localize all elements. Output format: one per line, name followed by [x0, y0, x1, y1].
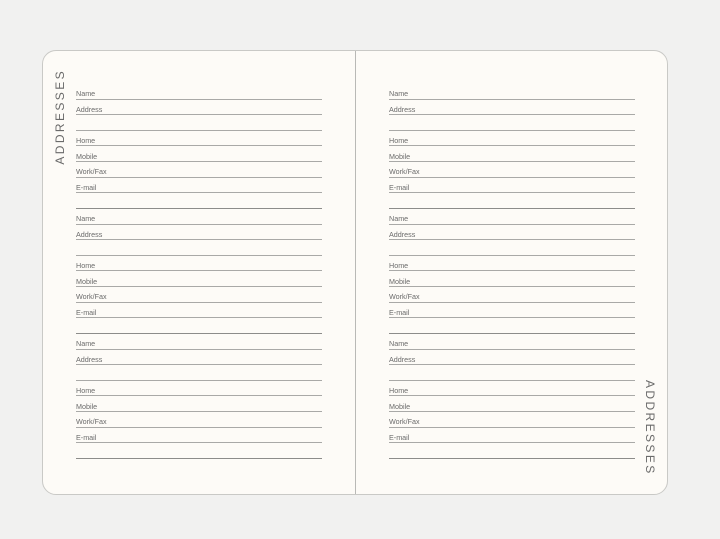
field-label: Name [76, 214, 96, 224]
field-row-blank[interactable] [76, 240, 322, 256]
field-label: Mobile [389, 401, 411, 411]
field-row-address[interactable]: Address [76, 350, 322, 366]
field-label: E-mail [389, 307, 410, 317]
field-row-e-mail[interactable]: E-mail [76, 428, 322, 444]
field-row-home[interactable]: Home [389, 381, 635, 397]
section-tab-left: ADDRESSES [53, 69, 67, 165]
field-row-mobile[interactable]: Mobile [389, 271, 635, 287]
field-row-home[interactable]: Home [76, 381, 322, 397]
field-row-mobile[interactable]: Mobile [389, 396, 635, 412]
field-row-address[interactable]: Address [76, 225, 322, 241]
field-row-e-mail[interactable]: E-mail [76, 178, 322, 194]
field-row-blank[interactable] [76, 443, 322, 459]
address-entry: Name Address Home Mobile Work/Fax E-mail [389, 209, 635, 334]
field-row-name[interactable]: Name [76, 334, 322, 350]
field-row-home[interactable]: Home [389, 131, 635, 147]
field-row-mobile[interactable]: Mobile [76, 271, 322, 287]
book-spine [355, 51, 356, 494]
field-label: E-mail [76, 432, 97, 442]
field-row-e-mail[interactable]: E-mail [389, 303, 635, 319]
field-label: Address [389, 354, 416, 364]
field-label: Home [389, 261, 409, 271]
field-row-name[interactable]: Name [389, 334, 635, 350]
field-label: Name [389, 214, 409, 224]
field-label: Name [389, 89, 409, 99]
left-page: Name Address Home Mobile Work/Fax E-mail Name A… [76, 51, 322, 459]
field-row-name[interactable]: Name [76, 209, 322, 225]
field-label: Work/Fax [389, 292, 420, 302]
field-row-mobile[interactable]: Mobile [76, 146, 322, 162]
field-label: Home [76, 386, 96, 396]
field-label: Name [76, 89, 96, 99]
field-label: Work/Fax [389, 417, 420, 427]
address-entry: Name Address Home Mobile Work/Fax E-mail [76, 209, 322, 334]
field-label: Name [76, 339, 96, 349]
field-label: Home [389, 136, 409, 146]
field-label: Address [76, 229, 103, 239]
field-row-mobile[interactable]: Mobile [76, 396, 322, 412]
address-entry: Name Address Home Mobile Work/Fax E-mail [76, 334, 322, 459]
field-row-work-fax[interactable]: Work/Fax [389, 287, 635, 303]
field-row-blank[interactable] [389, 240, 635, 256]
field-row-home[interactable]: Home [76, 256, 322, 272]
field-label: Work/Fax [76, 417, 107, 427]
field-label: Name [389, 339, 409, 349]
field-label: Home [76, 261, 96, 271]
field-row-blank[interactable] [389, 193, 635, 209]
address-entry: Name Address Home Mobile Work/Fax E-mail [389, 51, 635, 209]
field-label: Mobile [76, 151, 98, 161]
section-tab-right: ADDRESSES [643, 380, 657, 476]
field-label: E-mail [389, 432, 410, 442]
field-row-blank[interactable] [76, 115, 322, 131]
address-book-spread: ADDRESSES ADDRESSES Name Address Home Mobil… [42, 50, 668, 495]
right-page: Name Address Home Mobile Work/Fax E-mail Name A… [389, 51, 635, 459]
field-row-home[interactable]: Home [76, 131, 322, 147]
field-row-work-fax[interactable]: Work/Fax [76, 287, 322, 303]
field-label: Mobile [389, 276, 411, 286]
field-row-home[interactable]: Home [389, 256, 635, 272]
field-label: Mobile [389, 151, 411, 161]
field-label: E-mail [76, 307, 97, 317]
field-row-blank[interactable] [76, 318, 322, 334]
field-label: Address [76, 354, 103, 364]
field-row-e-mail[interactable]: E-mail [389, 178, 635, 194]
field-label: Home [389, 386, 409, 396]
field-label: Work/Fax [76, 167, 107, 177]
field-row-e-mail[interactable]: E-mail [389, 428, 635, 444]
field-label: E-mail [389, 182, 410, 192]
field-label: E-mail [76, 182, 97, 192]
field-row-address[interactable]: Address [389, 100, 635, 116]
field-label: Address [389, 229, 416, 239]
address-entry: Name Address Home Mobile Work/Fax E-mail [389, 334, 635, 459]
field-row-name[interactable]: Name [389, 209, 635, 225]
field-row-work-fax[interactable]: Work/Fax [389, 412, 635, 428]
field-label: Mobile [76, 401, 98, 411]
field-row-blank[interactable] [389, 443, 635, 459]
field-label: Home [76, 136, 96, 146]
field-row-blank[interactable] [76, 365, 322, 381]
field-row-address[interactable]: Address [389, 225, 635, 241]
field-row-blank[interactable] [389, 318, 635, 334]
field-label: Work/Fax [389, 167, 420, 177]
field-row-mobile[interactable]: Mobile [389, 146, 635, 162]
field-row-address[interactable]: Address [76, 100, 322, 116]
field-label: Work/Fax [76, 292, 107, 302]
field-row-name[interactable]: Name [76, 84, 322, 100]
field-row-blank[interactable] [389, 115, 635, 131]
field-row-work-fax[interactable]: Work/Fax [389, 162, 635, 178]
field-row-work-fax[interactable]: Work/Fax [76, 412, 322, 428]
field-row-blank[interactable] [389, 365, 635, 381]
field-label: Mobile [76, 276, 98, 286]
address-entry: Name Address Home Mobile Work/Fax E-mail [76, 51, 322, 209]
field-row-blank[interactable] [76, 193, 322, 209]
field-row-address[interactable]: Address [389, 350, 635, 366]
field-row-name[interactable]: Name [389, 84, 635, 100]
field-row-e-mail[interactable]: E-mail [76, 303, 322, 319]
field-row-work-fax[interactable]: Work/Fax [76, 162, 322, 178]
field-label: Address [389, 104, 416, 114]
field-label: Address [76, 104, 103, 114]
